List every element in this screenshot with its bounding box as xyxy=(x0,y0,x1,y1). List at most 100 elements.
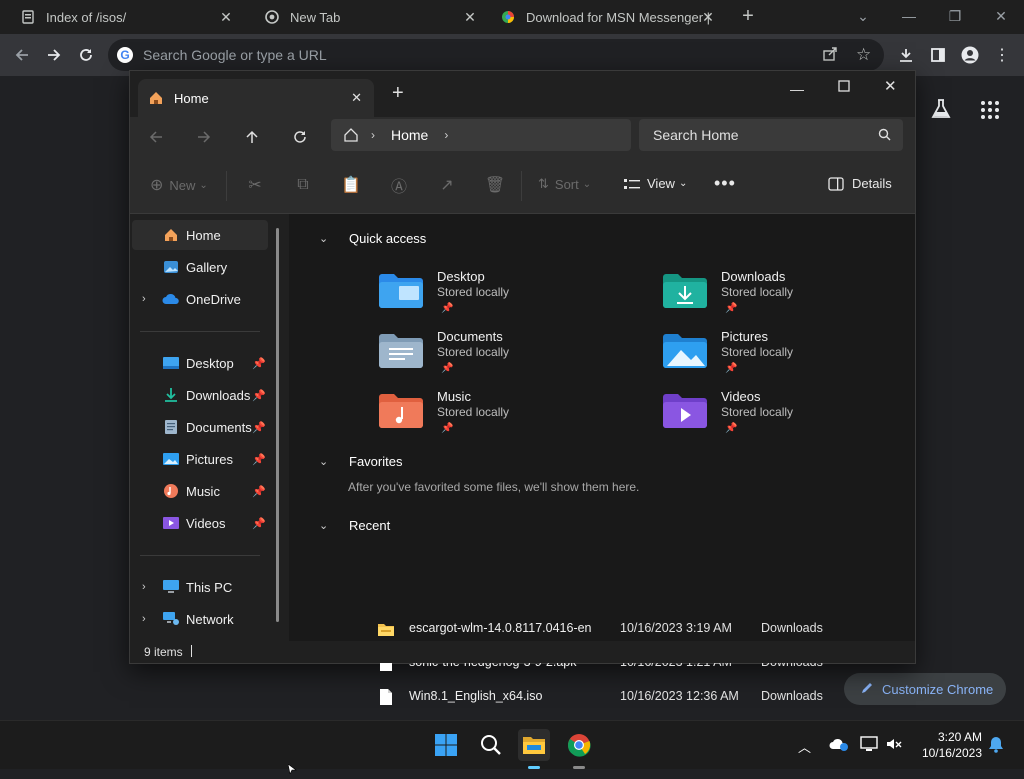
file-explorer-taskbar-icon[interactable] xyxy=(518,729,550,761)
browser-tab[interactable]: Index of /isos/ ✕ xyxy=(0,0,244,34)
nav-item-this-pc[interactable]: › This PC xyxy=(132,572,268,602)
nav-scrollbar[interactable] xyxy=(276,228,279,622)
side-panel-icon[interactable] xyxy=(925,42,951,68)
start-icon[interactable] xyxy=(430,729,462,761)
close-tab-icon[interactable]: ✕ xyxy=(700,9,716,25)
section-quick-access[interactable]: ⌄ Quick access xyxy=(319,226,426,250)
nav-label: Documents xyxy=(186,419,252,435)
nav-item-downloads[interactable]: Downloads 📌 xyxy=(132,380,268,410)
pin-icon[interactable]: 📌 xyxy=(252,357,266,370)
forward-icon[interactable] xyxy=(41,42,67,68)
quick-access-pictures[interactable]: Pictures Stored locally 📌 xyxy=(663,329,903,385)
nav-item-desktop[interactable]: Desktop 📌 xyxy=(132,348,268,378)
nav-item-pictures[interactable]: Pictures 📌 xyxy=(132,444,268,474)
section-recent[interactable]: ⌄ Recent xyxy=(319,513,390,537)
pin-icon[interactable]: 📌 xyxy=(252,485,266,498)
quick-access-desktop[interactable]: Desktop Stored locally 📌 xyxy=(379,269,619,325)
network-icon xyxy=(162,610,180,628)
apps-grid-icon[interactable] xyxy=(980,100,1000,125)
search-box[interactable]: Search Home xyxy=(639,119,903,151)
quick-access-documents[interactable]: Documents Stored locally 📌 xyxy=(379,329,619,385)
new-explorer-tab-button[interactable]: + xyxy=(392,83,404,103)
minimize-icon[interactable]: — xyxy=(790,81,804,97)
quick-access-music[interactable]: Music Stored locally 📌 xyxy=(379,389,619,445)
labs-flask-icon[interactable] xyxy=(930,98,952,125)
rename-icon[interactable]: Ⓐ xyxy=(387,173,411,197)
up-icon[interactable] xyxy=(244,129,260,150)
minimize-icon[interactable]: — xyxy=(886,4,932,28)
clock[interactable]: 3:20 AM 10/16/2023 xyxy=(914,729,982,761)
chevron-up-icon[interactable]: ︿ xyxy=(798,737,811,756)
nav-item-music[interactable]: Music 📌 xyxy=(132,476,268,506)
explorer-title-bar: Home ✕ + — ✕ xyxy=(130,71,915,117)
omnibox[interactable]: G Search Google or type a URL ☆ xyxy=(108,39,884,71)
nav-divider xyxy=(140,331,260,332)
notification-bell-icon[interactable] xyxy=(988,735,1004,758)
nav-item-documents[interactable]: Documents 📌 xyxy=(132,412,268,442)
close-window-icon[interactable]: ✕ xyxy=(884,77,897,95)
new-button[interactable]: ⊕ New ⌄ xyxy=(150,175,208,195)
close-tab-icon[interactable]: ✕ xyxy=(218,9,234,25)
maximize-icon[interactable] xyxy=(838,79,850,97)
forward-icon[interactable] xyxy=(196,129,212,150)
quick-access-name: Music xyxy=(437,389,471,404)
section-favorites[interactable]: ⌄ Favorites xyxy=(319,449,402,473)
recent-location: Downloads xyxy=(761,689,823,703)
browser-tab[interactable]: Download for MSN Messenger | ✕ xyxy=(488,0,728,34)
quick-access-downloads[interactable]: Downloads Stored locally 📌 xyxy=(663,269,903,325)
back-icon[interactable] xyxy=(9,42,35,68)
sort-button[interactable]: ⇅ Sort ⌄ xyxy=(538,176,591,192)
nav-item-onedrive[interactable]: › OneDrive xyxy=(132,284,268,314)
browser-tab[interactable]: New Tab ✕ xyxy=(244,0,488,34)
details-button[interactable]: Details xyxy=(828,176,892,191)
nav-item-network[interactable]: › Network xyxy=(132,604,268,634)
display-tray-icon[interactable] xyxy=(860,736,878,757)
view-button[interactable]: View ⌄ xyxy=(624,176,687,191)
nav-item-videos[interactable]: Videos 📌 xyxy=(132,508,268,538)
refresh-icon[interactable] xyxy=(292,129,308,150)
explorer-tab-home[interactable]: Home ✕ xyxy=(138,79,374,117)
pin-icon[interactable]: 📌 xyxy=(252,453,266,466)
close-window-icon[interactable]: ✕ xyxy=(978,4,1024,28)
recent-row[interactable]: Win8.1_English_x64.iso 10/16/2023 12:36 … xyxy=(377,680,897,714)
more-options-icon[interactable]: ••• xyxy=(714,173,736,194)
close-tab-icon[interactable]: ✕ xyxy=(462,9,478,25)
pin-icon[interactable]: 📌 xyxy=(252,421,266,434)
chevron-right-icon[interactable]: › xyxy=(142,613,146,625)
chrome-menu-icon[interactable]: ⋮ xyxy=(989,42,1015,68)
paste-icon[interactable]: 📋 xyxy=(339,173,363,197)
pin-icon[interactable]: 📌 xyxy=(252,389,266,402)
chrome-taskbar-icon[interactable] xyxy=(563,729,595,761)
delete-icon[interactable]: 🗑 xyxy=(483,173,507,197)
volume-muted-icon[interactable] xyxy=(885,735,903,758)
cut-icon[interactable]: ✂ xyxy=(243,173,267,197)
back-icon[interactable] xyxy=(148,129,164,150)
search-icon[interactable] xyxy=(475,729,507,761)
reload-icon[interactable] xyxy=(73,42,99,68)
clock-date: 10/16/2023 xyxy=(921,746,982,760)
nav-item-home[interactable]: Home xyxy=(132,220,268,250)
nav-label: OneDrive xyxy=(186,291,241,307)
share-icon[interactable]: ↗ xyxy=(435,173,459,197)
download-icon[interactable] xyxy=(893,42,919,68)
nav-item-gallery[interactable]: Gallery xyxy=(132,252,268,282)
pin-icon[interactable]: 📌 xyxy=(252,517,266,530)
new-tab-button[interactable]: + xyxy=(737,5,759,27)
breadcrumb-home[interactable]: Home xyxy=(391,127,428,143)
quick-access-videos[interactable]: Videos Stored locally 📌 xyxy=(663,389,903,445)
quick-access-sub: Stored locally xyxy=(721,345,794,359)
home-outline-icon xyxy=(343,127,359,143)
share-icon[interactable] xyxy=(822,46,838,67)
bookmark-star-icon[interactable]: ☆ xyxy=(856,45,871,65)
chevron-right-icon[interactable]: › xyxy=(142,581,146,593)
tab-search-icon[interactable]: ⌄ xyxy=(840,4,886,28)
close-tab-icon[interactable]: ✕ xyxy=(351,90,362,106)
chevron-right-icon[interactable]: › xyxy=(444,128,448,142)
chevron-right-icon[interactable]: › xyxy=(142,293,146,305)
copy-icon[interactable]: ⧉ xyxy=(291,173,315,197)
restore-icon[interactable]: ❐ xyxy=(932,4,978,28)
onedrive-tray-icon[interactable] xyxy=(829,736,849,757)
recent-name: escargot-wlm-14.0.8117.0416-en xyxy=(409,621,592,635)
profile-avatar-icon[interactable] xyxy=(957,42,983,68)
breadcrumb[interactable]: › Home › xyxy=(331,119,631,151)
